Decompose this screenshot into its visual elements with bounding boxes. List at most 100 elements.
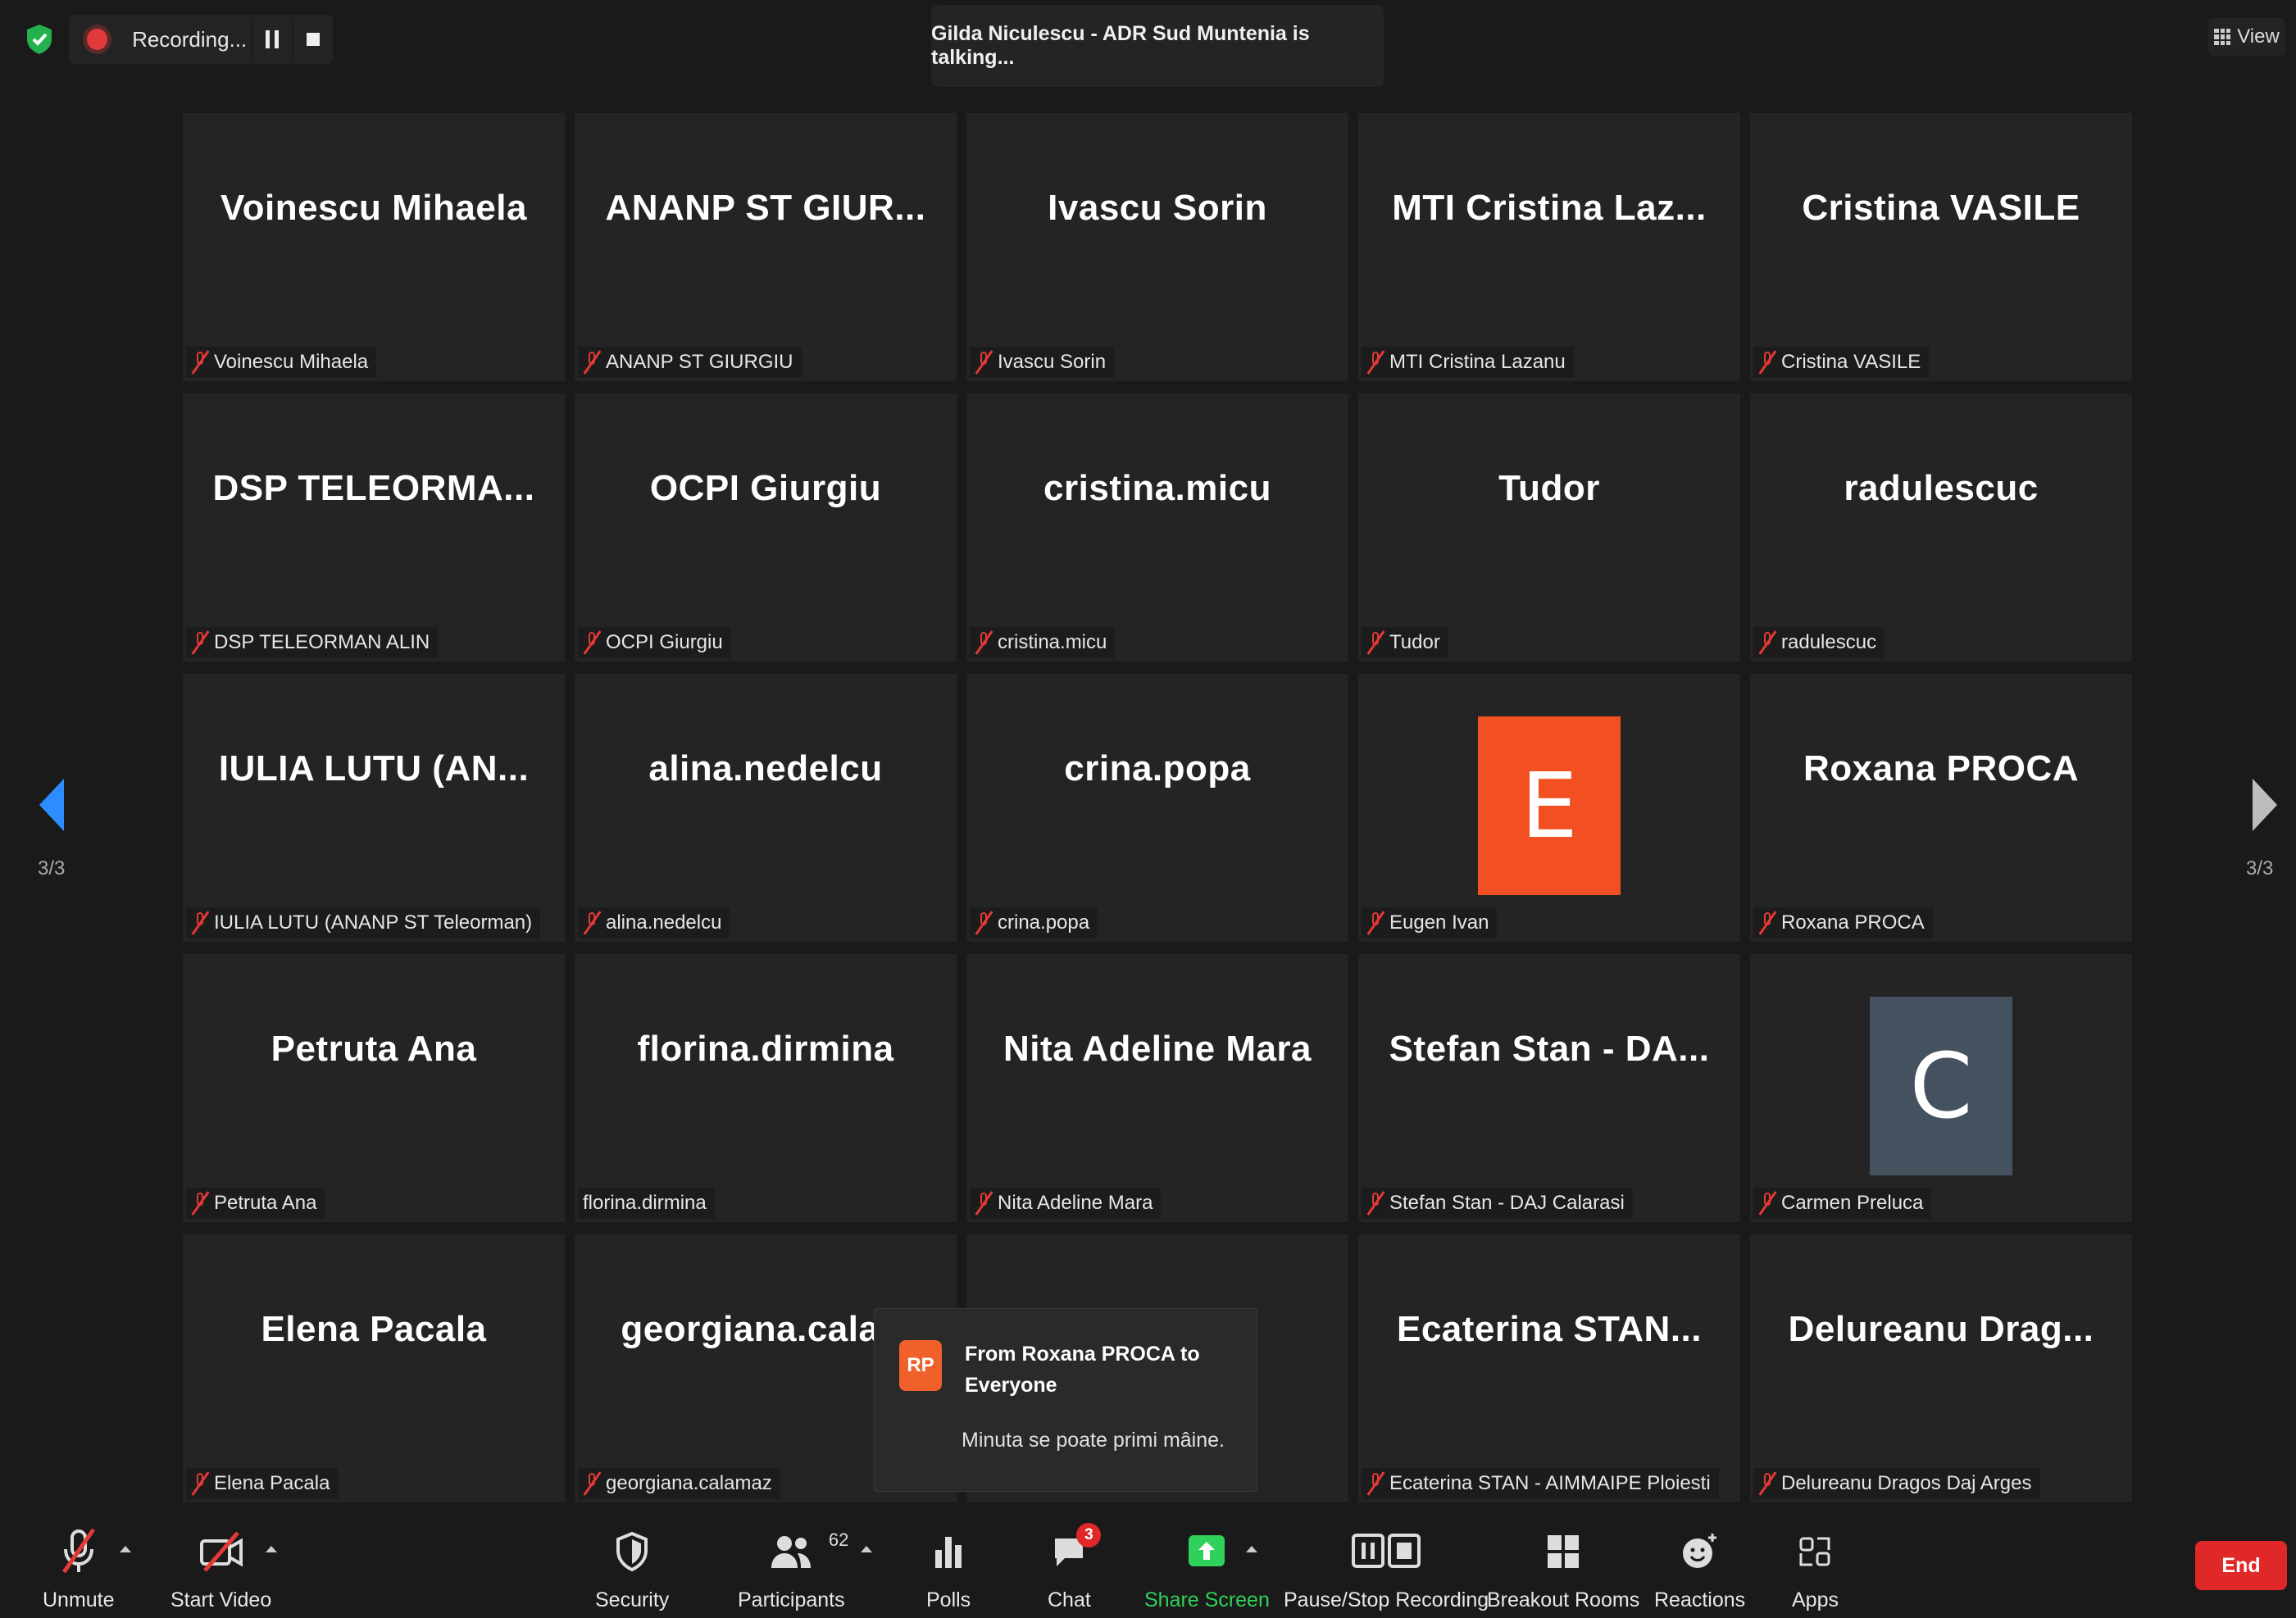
participant-display-name: Elena Pacala [261,1309,487,1349]
unread-chat-badge: 3 [1076,1523,1102,1548]
microphone-muted-icon [583,630,601,655]
view-button[interactable]: View [2208,18,2285,56]
previous-page-arrow-icon[interactable] [39,779,64,831]
meeting-toolbar: Unmute Start Video Security 62 Participa… [0,1513,2296,1618]
microphone-muted-icon [975,630,993,655]
participant-name-tag: MTI Cristina Lazanu [1362,347,1574,378]
participant-display-name: MTI Cristina Laz... [1392,188,1707,228]
pause-stop-recording-button[interactable]: Pause/Stop Recording [1284,1526,1489,1618]
microphone-muted-icon [191,350,209,375]
participant-name-label: ANANP ST GIURGIU [606,351,793,373]
page-indicator-left: 3/3 [38,857,66,879]
security-label: Security [595,1588,670,1611]
participants-button[interactable]: 62 Participants [738,1526,848,1618]
recording-dot-icon [87,29,108,50]
participant-avatar: C [1870,997,2012,1175]
microphone-muted-icon [583,1471,601,1496]
participant-tile[interactable]: Ecaterina STAN... Ecaterina STAN - AIMMAI… [1358,1234,1740,1502]
participant-tile[interactable]: ANANP ST GIUR... ANANP ST GIURGIU [575,113,957,381]
participant-tile[interactable]: DSP TELEORMA... DSP TELEORMAN ALIN [183,393,565,661]
participant-tile[interactable]: Voinescu Mihaela Voinescu Mihaela [183,113,565,381]
participant-tile[interactable]: Stefan Stan - DA... Stefan Stan - DAJ Cal… [1358,954,1740,1222]
chat-sender-line: From Roxana PROCA to Everyone [965,1343,1200,1397]
stop-recording-button[interactable] [291,19,333,60]
breakout-rooms-button[interactable]: Breakout Rooms [1487,1526,1639,1618]
chat-label: Chat [1048,1588,1091,1611]
participant-tile[interactable]: Tudor Tudor [1358,393,1740,661]
participant-tile[interactable]: crina.popa crina.popa [966,674,1348,942]
page-indicator-right: 3/3 [2246,857,2274,879]
microphone-muted-icon [191,1191,209,1216]
microphone-muted-icon [1366,350,1384,375]
start-video-button[interactable]: Start Video [170,1526,271,1618]
participant-display-name: Nita Adeline Mara [1003,1029,1312,1069]
participant-tile[interactable]: C Carmen Preluca [1750,954,2132,1222]
participant-display-name: DSP TELEORMA... [212,468,535,508]
participant-name-label: MTI Cristina Lazanu [1389,351,1566,373]
participant-name-tag: Stefan Stan - DAJ Calarasi [1362,1188,1633,1219]
participant-tile[interactable]: Cristina VASILE Cristina VASILE [1750,113,2132,381]
participant-tile[interactable]: Ivascu Sorin Ivascu Sorin [966,113,1348,381]
polls-bar-chart-icon [932,1526,965,1577]
pause-icon [265,30,279,48]
participant-tile[interactable]: Delureanu Drag... Delureanu Dragos Daj Ar… [1750,1234,2132,1502]
participant-tile[interactable]: cristina.micu cristina.micu [966,393,1348,661]
participant-tile[interactable]: Nita Adeline Mara Nita Adeline Mara [966,954,1348,1222]
reactions-label: Reactions [1654,1588,1746,1611]
participant-name-tag: cristina.micu [970,627,1116,658]
participant-tile[interactable]: Roxana PROCA Roxana PROCA [1750,674,2132,942]
share-options-chevron-up-icon[interactable] [1246,1546,1257,1552]
view-label: View [2237,25,2280,48]
participant-display-name: radulescuc [1844,468,2039,508]
participant-name-label: Roxana PROCA [1781,911,1925,934]
participant-tile[interactable]: E Eugen Ivan [1358,674,1740,942]
chat-notification-popup[interactable]: RP From Roxana PROCA to Everyone Minuta … [874,1308,1257,1492]
participant-name-label: Petruta Ana [214,1192,317,1214]
participant-avatar: E [1478,716,1621,895]
participant-tile[interactable]: Petruta Ana Petruta Ana [183,954,565,1222]
audio-options-chevron-up-icon[interactable] [120,1546,131,1552]
pause-stop-recording-label: Pause/Stop Recording [1284,1588,1489,1611]
breakout-rooms-icon [1546,1526,1580,1577]
microphone-muted-icon [1758,1191,1776,1216]
participant-tile[interactable]: florina.dirmina florina.dirmina [575,954,957,1222]
share-screen-button[interactable]: Share Screen [1144,1526,1270,1618]
pause-recording-button[interactable] [250,19,292,60]
breakout-rooms-label: Breakout Rooms [1487,1588,1640,1611]
participant-name-tag: Petruta Ana [186,1188,325,1219]
participant-tile[interactable]: MTI Cristina Laz... MTI Cristina Lazanu [1358,113,1740,381]
participant-name-label: florina.dirmina [583,1192,707,1214]
participant-display-name: ANANP ST GIUR... [605,188,926,228]
participant-display-name: Stefan Stan - DA... [1389,1029,1710,1069]
unmute-button[interactable]: Unmute [43,1526,115,1618]
apps-label: Apps [1792,1588,1839,1611]
participant-tile[interactable]: Elena Pacala Elena Pacala [183,1234,565,1502]
participant-display-name: Voinescu Mihaela [221,188,527,228]
video-camera-off-icon [198,1526,244,1577]
participant-display-name: Roxana PROCA [1803,748,2080,789]
participant-name-label: DSP TELEORMAN ALIN [214,631,430,653]
video-options-chevron-up-icon[interactable] [266,1546,277,1552]
participant-display-name: crina.popa [1064,748,1251,789]
end-meeting-button[interactable]: End [2195,1541,2287,1590]
participant-tile[interactable]: alina.nedelcu alina.nedelcu [575,674,957,942]
reactions-button[interactable]: Reactions [1654,1526,1745,1618]
participant-name-label: Tudor [1389,631,1440,653]
participant-tile[interactable]: OCPI Giurgiu OCPI Giurgiu [575,393,957,661]
chat-message-text: Minuta se poate primi mâine. [962,1429,1225,1452]
security-button[interactable]: Security [595,1526,669,1618]
participant-name-label: Cristina VASILE [1781,351,1921,373]
apps-button[interactable]: Apps [1792,1526,1839,1618]
next-page-arrow-icon[interactable] [2253,779,2277,831]
encryption-shield-icon[interactable] [25,23,54,56]
share-screen-arrow-icon [1187,1526,1226,1577]
participant-tile[interactable]: radulescuc radulescuc [1750,393,2132,661]
participant-name-tag: Voinescu Mihaela [186,347,377,378]
chat-button[interactable]: 3 Chat [1048,1523,1102,1618]
participant-name-label: OCPI Giurgiu [606,631,723,653]
participant-name-label: Nita Adeline Mara [998,1192,1153,1214]
polls-button[interactable]: Polls [926,1526,971,1618]
participant-tile[interactable]: IULIA LUTU (AN... IULIA LUTU (ANANP ST Te… [183,674,565,942]
participants-options-chevron-up-icon[interactable] [861,1546,872,1552]
participant-name-tag: Ecaterina STAN - AIMMAIPE Ploiesti [1362,1468,1719,1499]
